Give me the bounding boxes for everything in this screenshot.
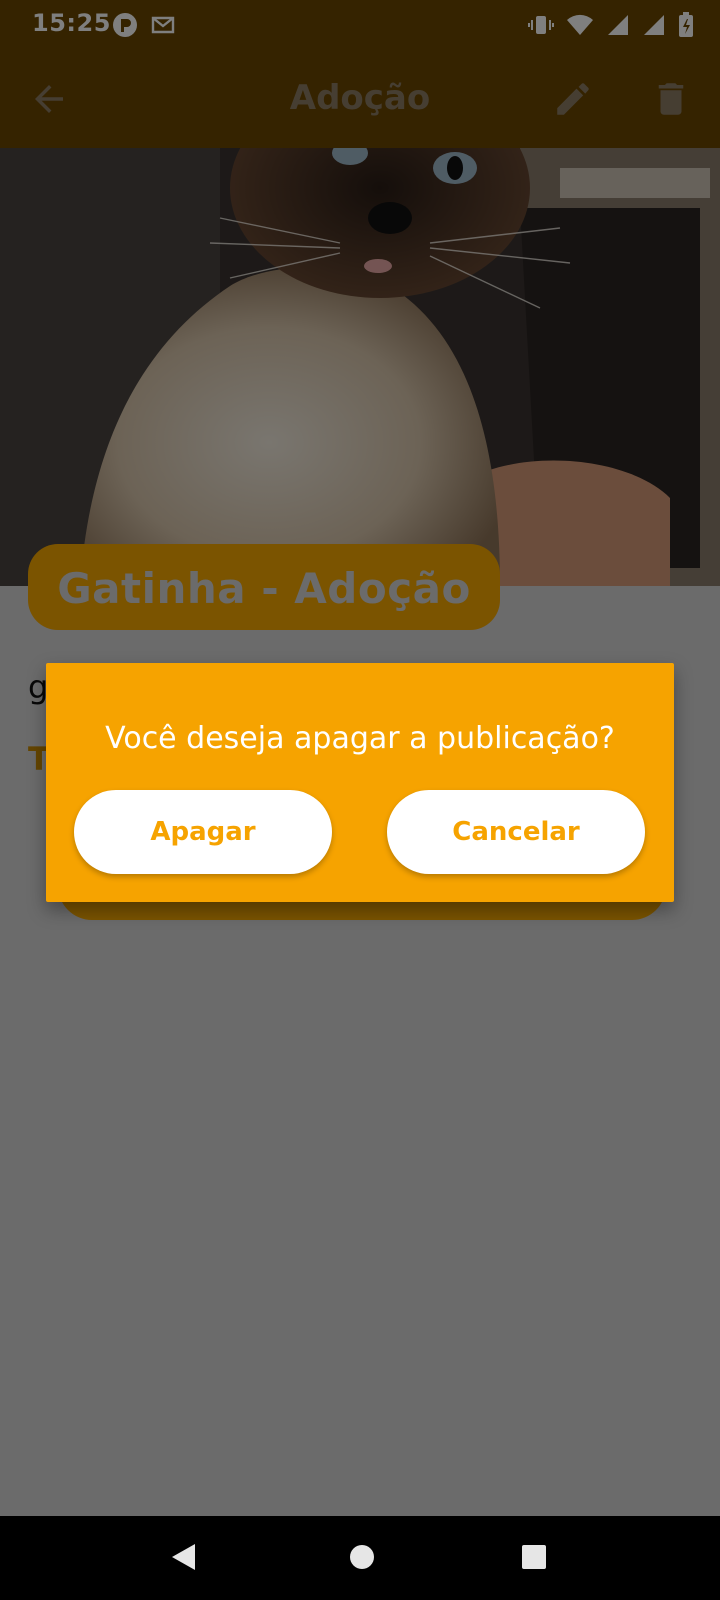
delete-confirm-dialog: Você deseja apagar a publicação? Apagar … xyxy=(46,663,674,902)
delete-button[interactable]: Apagar xyxy=(74,790,332,874)
back-triangle-icon[interactable] xyxy=(170,1542,198,1576)
home-circle-icon[interactable] xyxy=(348,1542,376,1576)
system-nav-bar xyxy=(0,1516,720,1600)
recents-square-icon[interactable] xyxy=(520,1542,548,1576)
cancel-button[interactable]: Cancelar xyxy=(387,790,645,874)
dialog-message: Você deseja apagar a publicação? xyxy=(105,721,615,756)
